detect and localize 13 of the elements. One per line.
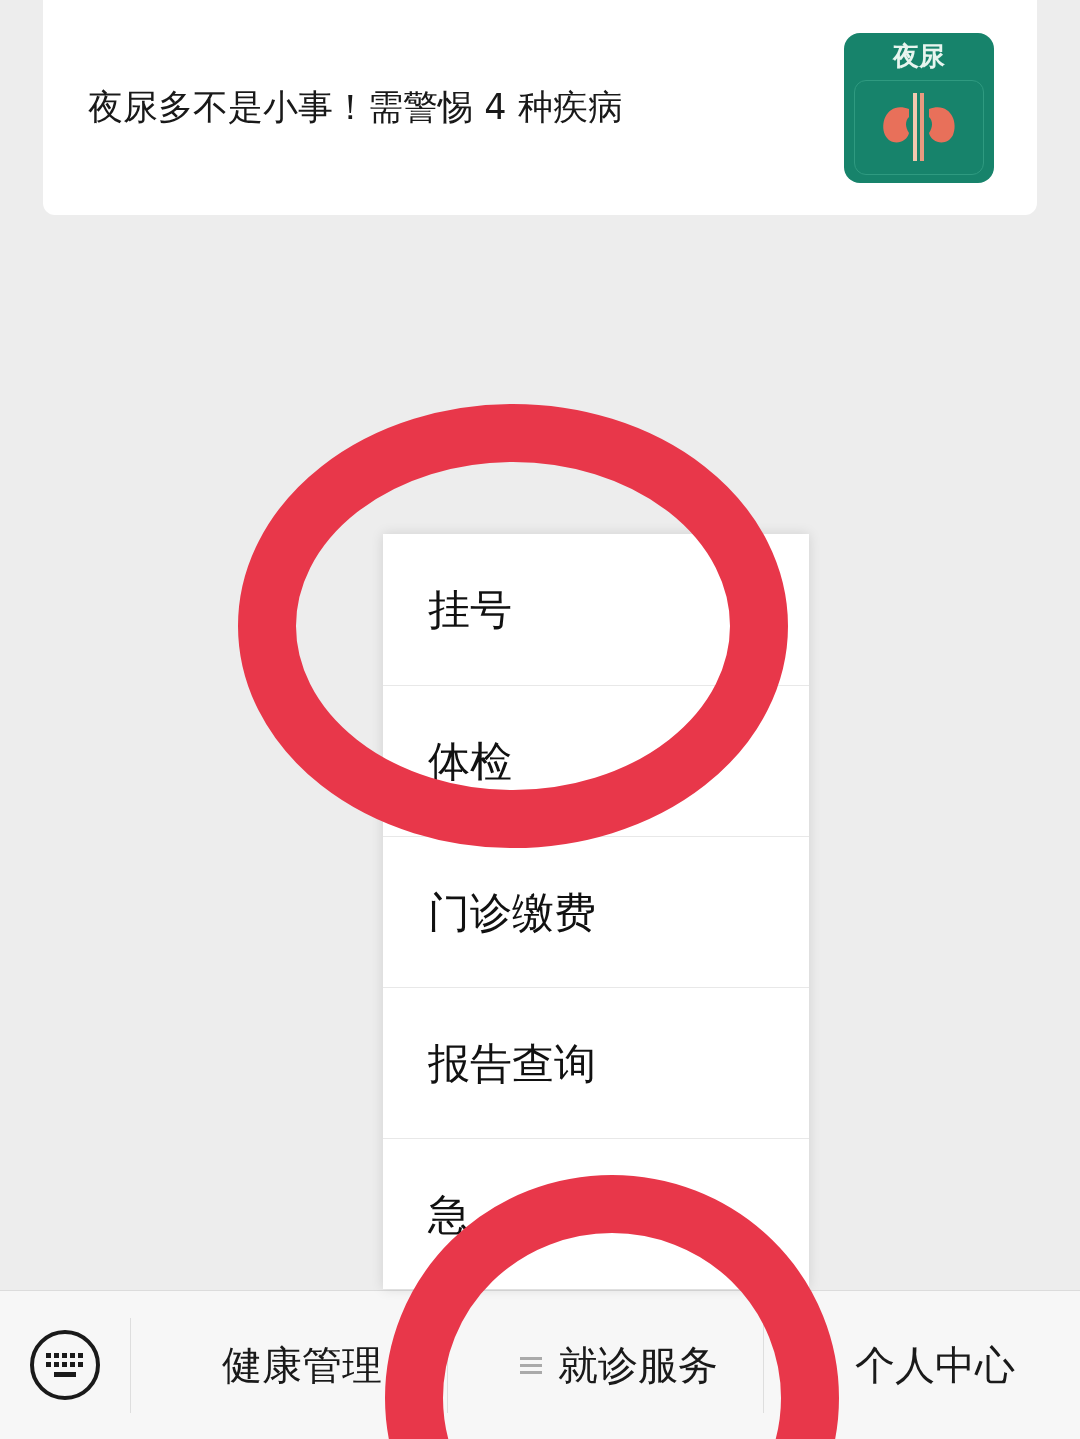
article-card[interactable]: 夜尿多不是小事！需警惕 4 种疾病 夜尿 [43, 0, 1037, 215]
article-title: 夜尿多不是小事！需警惕 4 种疾病 [88, 86, 623, 130]
popup-menu-item[interactable]: 急 [383, 1138, 809, 1289]
popup-menu-item[interactable]: 体检 [383, 685, 809, 836]
thumbnail-label: 夜尿 [893, 39, 945, 73]
menu-tab[interactable]: 个人中心 [855, 1335, 1016, 1395]
menu-icon [519, 1354, 542, 1376]
popup-menu-item[interactable]: 门诊缴费 [383, 836, 809, 987]
popup-menu-item[interactable]: 挂号 [383, 534, 809, 685]
keyboard-icon[interactable] [29, 1329, 101, 1401]
menu-tab[interactable]: 健康管理 [221, 1335, 382, 1395]
menu-tab[interactable]: 就诊服务 [519, 1335, 718, 1395]
popup-menu-item[interactable]: 报告查询 [383, 987, 809, 1138]
